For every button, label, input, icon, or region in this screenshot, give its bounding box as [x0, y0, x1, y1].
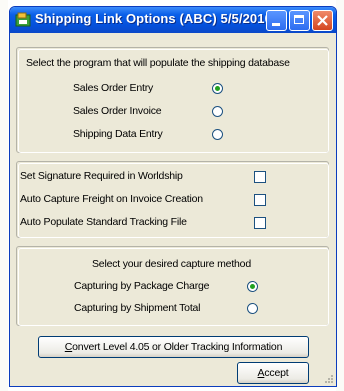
app-icon — [15, 12, 31, 27]
program-group-heading: Select the program that will populate th… — [26, 57, 290, 69]
program-group: Select the program that will populate th… — [16, 47, 329, 153]
radio-label-shipment-total[interactable]: Capturing by Shipment Total — [74, 302, 201, 314]
accept-label: ccept — [264, 367, 289, 379]
capture-method-heading: Select your desired capture method — [92, 258, 251, 270]
close-icon — [317, 15, 328, 26]
checkbox-signature-required[interactable] — [254, 171, 266, 183]
radio-selected-dot — [215, 86, 220, 91]
minimize-button[interactable] — [266, 10, 287, 31]
window-title: Shipping Link Options (ABC) 5/5/2010 — [35, 11, 272, 26]
checkbox-label-auto-populate-tracking[interactable]: Auto Populate Standard Tracking File — [20, 216, 187, 228]
radio-package-charge[interactable] — [247, 281, 258, 292]
background-edge — [0, 0, 8, 391]
title-bar[interactable]: Shipping Link Options (ABC) 5/5/2010 — [10, 7, 336, 33]
radio-sales-order-invoice[interactable] — [212, 106, 223, 117]
accept-button[interactable]: Accept — [237, 362, 309, 384]
background-edge — [336, 0, 344, 391]
radio-label-sales-order-invoice[interactable]: Sales Order Invoice — [73, 105, 162, 117]
checkbox-auto-populate-tracking[interactable] — [254, 217, 266, 229]
maximize-button[interactable] — [289, 10, 310, 31]
settings-group: Set Signature Required in Worldship Auto… — [16, 161, 329, 238]
minimize-icon — [272, 23, 280, 26]
close-button[interactable] — [312, 10, 333, 31]
checkbox-label-signature-required[interactable]: Set Signature Required in Worldship — [20, 170, 183, 182]
options-dialog: Shipping Link Options (ABC) 5/5/2010 Sel… — [9, 6, 337, 387]
maximize-icon — [294, 15, 304, 24]
checkbox-auto-capture-freight[interactable] — [254, 194, 266, 206]
convert-label: onvert Level 4.05 or Older Tracking Info… — [72, 341, 283, 353]
capture-method-group: Select your desired capture method Captu… — [16, 246, 329, 326]
radio-shipping-data-entry[interactable] — [212, 129, 223, 140]
radio-sales-order-entry[interactable] — [212, 83, 223, 94]
resize-grip-icon[interactable] — [324, 374, 334, 384]
radio-label-package-charge[interactable]: Capturing by Package Charge — [74, 280, 209, 292]
radio-label-sales-order-entry[interactable]: Sales Order Entry — [73, 82, 153, 94]
checkbox-label-auto-capture-freight[interactable]: Auto Capture Freight on Invoice Creation — [20, 193, 203, 205]
radio-selected-dot — [250, 284, 255, 289]
radio-shipment-total[interactable] — [247, 303, 258, 314]
convert-tracking-button[interactable]: Convert Level 4.05 or Older Tracking Inf… — [38, 336, 309, 358]
radio-label-shipping-data-entry[interactable]: Shipping Data Entry — [73, 128, 163, 140]
